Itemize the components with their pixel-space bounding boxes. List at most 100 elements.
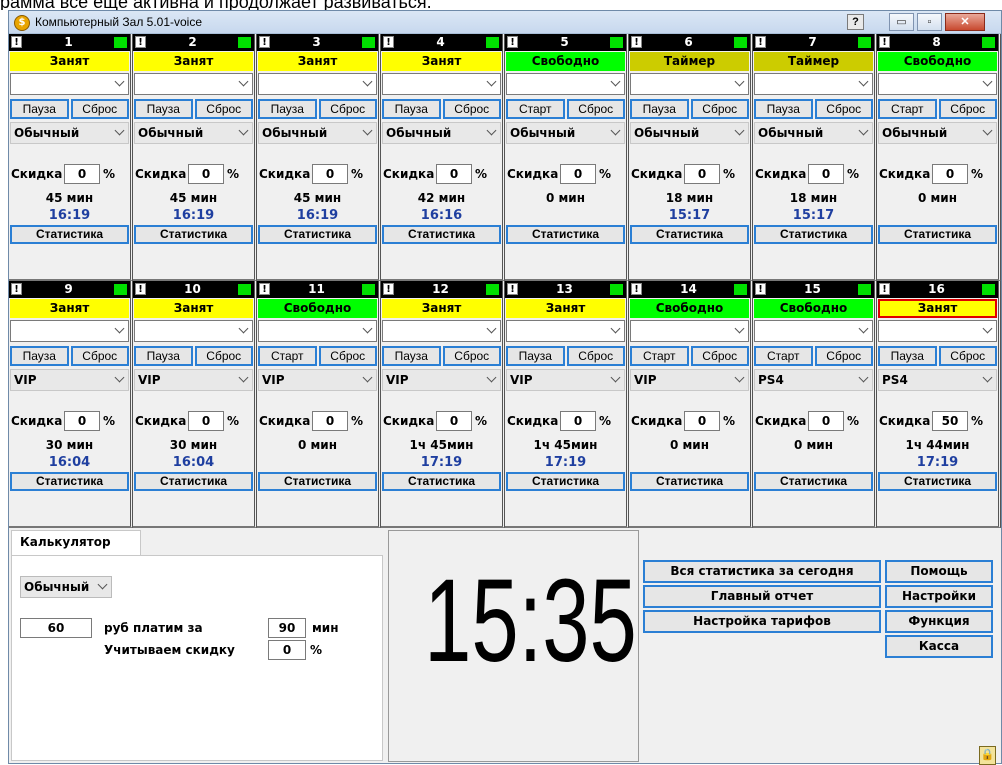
alert-icon[interactable]: ! bbox=[11, 36, 22, 48]
lock-icon[interactable]: 🔒 bbox=[979, 746, 996, 765]
tariff-select[interactable]: Обычный bbox=[506, 122, 625, 144]
reset-button[interactable]: Сброс bbox=[442, 99, 501, 119]
client-select[interactable] bbox=[754, 73, 873, 95]
alert-icon[interactable]: ! bbox=[507, 36, 518, 48]
tariff-select[interactable]: Обычный bbox=[10, 122, 129, 144]
alert-icon[interactable]: ! bbox=[631, 283, 642, 295]
client-select[interactable] bbox=[754, 320, 873, 342]
discount-field[interactable]: 0 bbox=[64, 411, 100, 431]
discount-field[interactable]: 0 bbox=[312, 164, 348, 184]
tab-calculator[interactable]: Калькулятор bbox=[11, 530, 141, 556]
reset-button[interactable]: Сброс bbox=[70, 99, 129, 119]
statistics-button[interactable]: Статистика bbox=[10, 472, 129, 491]
statistics-button[interactable]: Статистика bbox=[506, 225, 625, 244]
client-select[interactable] bbox=[134, 320, 253, 342]
discount-field[interactable]: 0 bbox=[188, 411, 224, 431]
statistics-button[interactable]: Статистика bbox=[258, 472, 377, 491]
alert-icon[interactable]: ! bbox=[879, 36, 890, 48]
statistics-button[interactable]: Статистика bbox=[10, 225, 129, 244]
discount-field[interactable]: 0 bbox=[932, 164, 968, 184]
discount-field[interactable]: 0 bbox=[312, 411, 348, 431]
calculator-tariff-select[interactable]: Обычный bbox=[20, 576, 112, 598]
cashbox-button[interactable]: Касса bbox=[885, 635, 993, 658]
client-select[interactable] bbox=[506, 73, 625, 95]
client-select[interactable] bbox=[630, 73, 749, 95]
alert-icon[interactable]: ! bbox=[135, 36, 146, 48]
tariff-select[interactable]: VIP bbox=[10, 369, 129, 391]
calculator-discount-field[interactable]: 0 bbox=[268, 640, 306, 660]
alert-icon[interactable]: ! bbox=[755, 36, 766, 48]
start-pause-button[interactable]: Пауза bbox=[878, 346, 937, 366]
reset-button[interactable]: Сброс bbox=[938, 99, 997, 119]
reset-button[interactable]: Сброс bbox=[194, 99, 253, 119]
start-pause-button[interactable]: Пауза bbox=[10, 99, 69, 119]
alert-icon[interactable]: ! bbox=[631, 36, 642, 48]
alert-icon[interactable]: ! bbox=[259, 283, 270, 295]
reset-button[interactable]: Сброс bbox=[814, 99, 873, 119]
function-button[interactable]: Функция bbox=[885, 610, 993, 633]
start-pause-button[interactable]: Пауза bbox=[258, 99, 317, 119]
reset-button[interactable]: Сброс bbox=[70, 346, 129, 366]
settings-button[interactable]: Настройки bbox=[885, 585, 993, 608]
discount-field[interactable]: 0 bbox=[808, 411, 844, 431]
client-select[interactable] bbox=[382, 320, 501, 342]
start-pause-button[interactable]: Пауза bbox=[382, 99, 441, 119]
client-select[interactable] bbox=[878, 73, 997, 95]
tariff-select[interactable]: PS4 bbox=[754, 369, 873, 391]
start-pause-button[interactable]: Пауза bbox=[382, 346, 441, 366]
client-select[interactable] bbox=[134, 73, 253, 95]
client-select[interactable] bbox=[10, 320, 129, 342]
start-pause-button[interactable]: Пауза bbox=[754, 99, 813, 119]
calculator-amount-field[interactable]: 60 bbox=[20, 618, 92, 638]
discount-field[interactable]: 0 bbox=[684, 411, 720, 431]
statistics-button[interactable]: Статистика bbox=[630, 472, 749, 491]
alert-icon[interactable]: ! bbox=[879, 283, 890, 295]
statistics-button[interactable]: Статистика bbox=[382, 225, 501, 244]
close-button[interactable]: ✕ bbox=[945, 13, 985, 31]
tariff-select[interactable]: Обычный bbox=[258, 122, 377, 144]
tariff-select[interactable]: Обычный bbox=[382, 122, 501, 144]
discount-field[interactable]: 0 bbox=[64, 164, 100, 184]
reset-button[interactable]: Сброс bbox=[814, 346, 873, 366]
client-select[interactable] bbox=[258, 320, 377, 342]
discount-field[interactable]: 0 bbox=[436, 164, 472, 184]
start-pause-button[interactable]: Старт bbox=[506, 99, 565, 119]
alert-icon[interactable]: ! bbox=[259, 36, 270, 48]
reset-button[interactable]: Сброс bbox=[318, 99, 377, 119]
start-pause-button[interactable]: Пауза bbox=[134, 346, 193, 366]
start-pause-button[interactable]: Старт bbox=[258, 346, 317, 366]
discount-field[interactable]: 50 bbox=[932, 411, 968, 431]
client-select[interactable] bbox=[382, 73, 501, 95]
maximize-button[interactable]: ▫ bbox=[917, 13, 942, 31]
discount-field[interactable]: 0 bbox=[560, 164, 596, 184]
statistics-button[interactable]: Статистика bbox=[134, 472, 253, 491]
client-select[interactable] bbox=[10, 73, 129, 95]
reset-button[interactable]: Сброс bbox=[566, 346, 625, 366]
alert-icon[interactable]: ! bbox=[383, 36, 394, 48]
statistics-button[interactable]: Статистика bbox=[878, 225, 997, 244]
help-menu-button[interactable]: Помощь bbox=[885, 560, 993, 583]
tariff-select[interactable]: VIP bbox=[382, 369, 501, 391]
alert-icon[interactable]: ! bbox=[383, 283, 394, 295]
alert-icon[interactable]: ! bbox=[755, 283, 766, 295]
client-select[interactable] bbox=[630, 320, 749, 342]
statistics-button[interactable]: Статистика bbox=[134, 225, 253, 244]
tariff-select[interactable]: Обычный bbox=[878, 122, 997, 144]
client-select[interactable] bbox=[258, 73, 377, 95]
start-pause-button[interactable]: Пауза bbox=[630, 99, 689, 119]
start-pause-button[interactable]: Старт bbox=[630, 346, 689, 366]
tariff-select[interactable]: VIP bbox=[506, 369, 625, 391]
start-pause-button[interactable]: Пауза bbox=[10, 346, 69, 366]
discount-field[interactable]: 0 bbox=[684, 164, 720, 184]
tariff-settings-button[interactable]: Настройка тарифов bbox=[643, 610, 881, 633]
tariff-select[interactable]: Обычный bbox=[630, 122, 749, 144]
main-report-button[interactable]: Главный отчет bbox=[643, 585, 881, 608]
statistics-button[interactable]: Статистика bbox=[878, 472, 997, 491]
start-pause-button[interactable]: Пауза bbox=[134, 99, 193, 119]
reset-button[interactable]: Сброс bbox=[938, 346, 997, 366]
reset-button[interactable]: Сброс bbox=[690, 99, 749, 119]
tariff-select[interactable]: VIP bbox=[258, 369, 377, 391]
statistics-button[interactable]: Статистика bbox=[506, 472, 625, 491]
today-stats-button[interactable]: Вся статистика за сегодня bbox=[643, 560, 881, 583]
tariff-select[interactable]: VIP bbox=[134, 369, 253, 391]
